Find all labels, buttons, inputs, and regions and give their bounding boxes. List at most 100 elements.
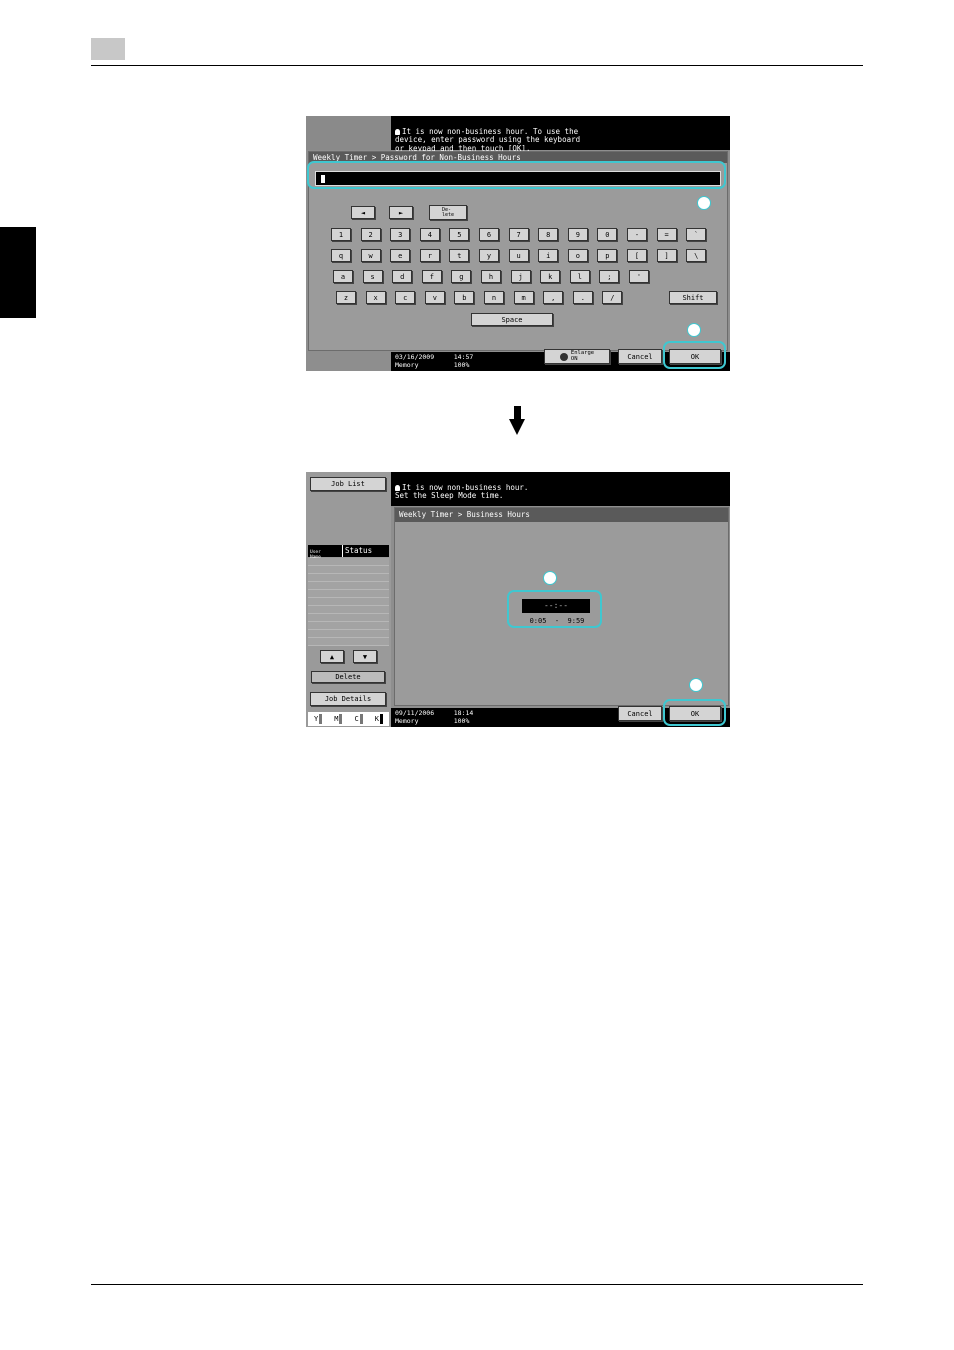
job-details-label: Job Details xyxy=(324,695,372,703)
key-row2-11[interactable]: ] xyxy=(656,249,677,262)
scroll-down-button[interactable]: ▼ xyxy=(353,650,377,663)
key-row3-8[interactable]: l xyxy=(569,270,590,283)
delete-key-label: De- lete xyxy=(441,206,455,218)
key-row1-0[interactable]: 1 xyxy=(331,228,351,241)
up-arrow-icon: ▲ xyxy=(329,652,335,661)
key-row3-6[interactable]: j xyxy=(510,270,531,283)
key-row3-3[interactable]: f xyxy=(421,270,442,283)
key-row3-5[interactable]: h xyxy=(481,270,501,283)
cursor-left-button[interactable]: ◄ xyxy=(351,206,375,219)
key-row2-10-label: [ xyxy=(634,251,640,260)
key-row4-8-label: . xyxy=(580,293,585,302)
key-row1-4[interactable]: 5 xyxy=(449,228,470,241)
key-row3-2[interactable]: d xyxy=(392,270,413,283)
key-row3-5-label: h xyxy=(488,272,494,281)
key-row3-0-label: a xyxy=(340,272,346,281)
key-row4-9[interactable]: / xyxy=(602,291,623,304)
key-row1-7[interactable]: 8 xyxy=(538,228,559,241)
scroll-up-button[interactable]: ▲ xyxy=(320,650,344,663)
key-row3-1[interactable]: s xyxy=(362,270,383,283)
key-row4-1[interactable]: x xyxy=(365,291,386,304)
key-row4-4[interactable]: b xyxy=(454,291,475,304)
step-callout xyxy=(697,196,711,210)
key-row1-9[interactable]: 0 xyxy=(597,228,618,241)
toner-level-bar xyxy=(379,714,383,724)
key-row3-7[interactable]: k xyxy=(540,270,561,283)
key-row4-5[interactable]: n xyxy=(484,291,504,304)
status-header: Status xyxy=(342,545,389,557)
key-row1-11-label: = xyxy=(664,230,669,239)
key-row1-8[interactable]: 9 xyxy=(567,228,588,241)
shift-key[interactable]: Shift xyxy=(669,291,717,304)
key-row2-4[interactable]: t xyxy=(449,249,470,262)
delete-key[interactable]: De- lete xyxy=(429,205,467,220)
toner-level-bar xyxy=(319,714,323,724)
key-row1-12[interactable]: ` xyxy=(686,228,707,241)
memory-label: Memory xyxy=(395,716,419,725)
key-row4-0[interactable]: z xyxy=(336,291,356,304)
key-row2-0[interactable]: q xyxy=(331,249,351,262)
key-row2-9[interactable]: p xyxy=(597,249,618,262)
key-row3-2-label: d xyxy=(400,272,405,281)
key-row1-1-label: 2 xyxy=(368,230,373,239)
key-row1-8-label: 9 xyxy=(575,230,580,239)
key-row1-10[interactable]: - xyxy=(627,228,647,241)
key-row3-3-label: f xyxy=(429,272,434,281)
cancel-button[interactable]: Cancel xyxy=(618,349,662,364)
status-label: Status xyxy=(345,546,373,555)
enlarge-icon xyxy=(559,352,568,361)
key-row2-12-label: \ xyxy=(694,251,699,260)
key-row1-6[interactable]: 7 xyxy=(508,228,529,241)
key-row4-3[interactable]: v xyxy=(424,291,445,304)
job-list-button[interactable]: Job List xyxy=(310,477,386,491)
toner-item: Y xyxy=(314,714,323,724)
chapter-number-box xyxy=(91,38,125,60)
key-row1-11[interactable]: = xyxy=(656,228,677,241)
key-row2-6[interactable]: u xyxy=(508,249,529,262)
key-row1-12-label: ` xyxy=(694,230,699,239)
key-row4-4-label: b xyxy=(462,293,467,302)
key-row2-7[interactable]: i xyxy=(538,249,559,262)
cancel-label: Cancel xyxy=(627,352,653,361)
job-details-button[interactable]: Job Details xyxy=(310,692,386,706)
key-row2-5[interactable]: y xyxy=(479,249,499,262)
key-row1-7-label: 8 xyxy=(546,230,551,239)
key-row2-1[interactable]: w xyxy=(360,249,381,262)
password-screen: It is now non-business hour. To use the … xyxy=(306,116,730,371)
cancel-button[interactable]: Cancel xyxy=(618,706,662,721)
key-row1-1[interactable]: 2 xyxy=(360,228,381,241)
key-row2-12[interactable]: \ xyxy=(686,249,707,262)
memory-label: Memory xyxy=(395,360,419,369)
message-area: It is now non-business hour. Set the Sle… xyxy=(391,472,730,506)
delete-button[interactable]: Delete xyxy=(311,671,385,683)
key-row4-6[interactable]: m xyxy=(513,291,534,304)
key-row3-9[interactable]: ; xyxy=(599,270,620,283)
space-key[interactable]: Space xyxy=(471,313,553,326)
key-row2-3[interactable]: r xyxy=(419,249,440,262)
key-row1-3[interactable]: 4 xyxy=(419,228,440,241)
key-row4-8[interactable]: . xyxy=(572,291,593,304)
key-row1-5-label: 6 xyxy=(486,230,492,239)
step-callout xyxy=(689,678,703,692)
key-row3-0[interactable]: a xyxy=(333,270,353,283)
key-row1-6-label: 7 xyxy=(516,230,521,239)
key-row3-4[interactable]: g xyxy=(451,270,472,283)
key-row2-10[interactable]: [ xyxy=(627,249,647,262)
enlarge-button[interactable]: Enlarge ON xyxy=(544,349,610,364)
message-area: It is now non-business hour. To use the … xyxy=(391,116,730,152)
key-row4-2[interactable]: c xyxy=(395,291,416,304)
key-row3-8-label: l xyxy=(577,272,582,281)
key-row3-10[interactable]: ' xyxy=(629,270,649,283)
key-row1-5[interactable]: 6 xyxy=(479,228,499,241)
key-row4-7[interactable]: , xyxy=(543,291,564,304)
key-row3-7-label: k xyxy=(548,272,553,281)
key-row2-8[interactable]: o xyxy=(567,249,588,262)
key-row2-2[interactable]: e xyxy=(390,249,411,262)
key-row2-9-label: p xyxy=(605,251,610,260)
cursor-right-button[interactable]: ► xyxy=(389,206,413,219)
user-name-header: User Name xyxy=(308,545,342,560)
key-row2-4-label: t xyxy=(457,251,462,260)
key-row1-2[interactable]: 3 xyxy=(390,228,411,241)
key-row2-7-label: i xyxy=(546,251,551,260)
screen1-left-area xyxy=(306,116,391,150)
